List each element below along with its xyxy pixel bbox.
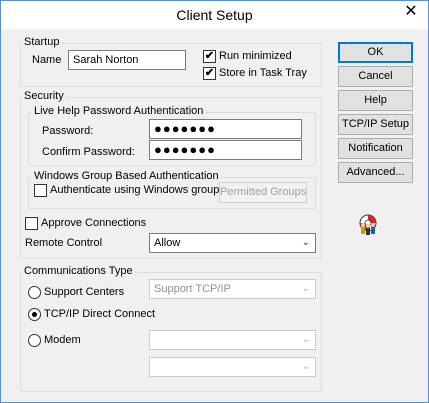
remote-control-label: Remote Control [25, 237, 103, 249]
name-label: Name [32, 54, 62, 66]
windows-group-auth-label: Windows Group Based Authentication [32, 170, 221, 182]
store-tray-label: Store in Task Tray [219, 67, 307, 79]
store-tray-checkbox[interactable]: ✔ [203, 67, 216, 80]
cancel-button[interactable]: Cancel [338, 66, 413, 87]
radio-selected-dot [32, 312, 37, 317]
modem-label: Modem [44, 334, 81, 346]
advanced-button[interactable]: Advanced... [338, 162, 413, 183]
chevron-down-icon: ⌄ [301, 361, 310, 372]
tcpip-direct-label: TCP/IP Direct Connect [44, 308, 156, 320]
chevron-down-icon: ⌄ [301, 283, 310, 294]
confirm-password-label: Confirm Password: [42, 146, 135, 158]
support-centers-radio[interactable] [28, 286, 41, 299]
confirm-password-input[interactable]: ●●●●●●● [149, 140, 302, 160]
tcpip-direct-radio[interactable] [28, 308, 41, 321]
auth-windows-groups-label: Authenticate using Windows groups [50, 184, 225, 196]
run-minimized-label: Run minimized [219, 50, 292, 62]
modem-select-1[interactable]: ⌄ [149, 330, 316, 350]
remote-control-value: Allow [154, 237, 181, 249]
support-centers-label: Support Centers [44, 286, 125, 298]
title-bar: Client Setup ✕ [1, 1, 428, 29]
ok-button[interactable]: OK [338, 42, 413, 63]
modem-radio[interactable] [28, 334, 41, 347]
window-title: Client Setup [176, 7, 253, 23]
startup-group-label: Startup [22, 36, 62, 48]
name-input[interactable]: Sarah Norton [68, 50, 186, 70]
run-minimized-checkbox[interactable]: ✔ [203, 50, 216, 63]
support-centers-value: Support TCP/IP [154, 283, 231, 295]
notification-button[interactable]: Notification [338, 138, 413, 159]
comms-type-group-label: Communications Type [22, 265, 135, 277]
client-setup-window: Client Setup ✕ Startup Name Sarah Norton… [0, 0, 429, 403]
modem-select-2[interactable]: ⌄ [149, 357, 316, 377]
tcpip-setup-button[interactable]: TCP/IP Setup [338, 114, 413, 135]
close-icon[interactable]: ✕ [397, 1, 425, 22]
chevron-down-icon: ⌄ [301, 334, 310, 345]
live-help-group-label: Live Help Password Authentication [32, 105, 206, 117]
security-group-label: Security [22, 90, 66, 102]
chevron-down-icon: ⌄ [301, 237, 310, 248]
help-button[interactable]: Help [338, 90, 413, 111]
approve-connections-label: Approve Connections [41, 217, 147, 229]
password-label: Password: [42, 125, 94, 137]
remote-control-select[interactable]: Allow ⌄ [149, 233, 316, 253]
support-centers-select[interactable]: Support TCP/IP ⌄ [149, 279, 316, 299]
approve-connections-checkbox[interactable] [25, 217, 38, 230]
permitted-groups-button[interactable]: Permitted Groups [219, 182, 307, 203]
auth-windows-groups-checkbox[interactable] [34, 184, 47, 197]
password-input[interactable]: ●●●●●●● [149, 119, 302, 139]
lifebuoy-people-icon [358, 213, 378, 237]
